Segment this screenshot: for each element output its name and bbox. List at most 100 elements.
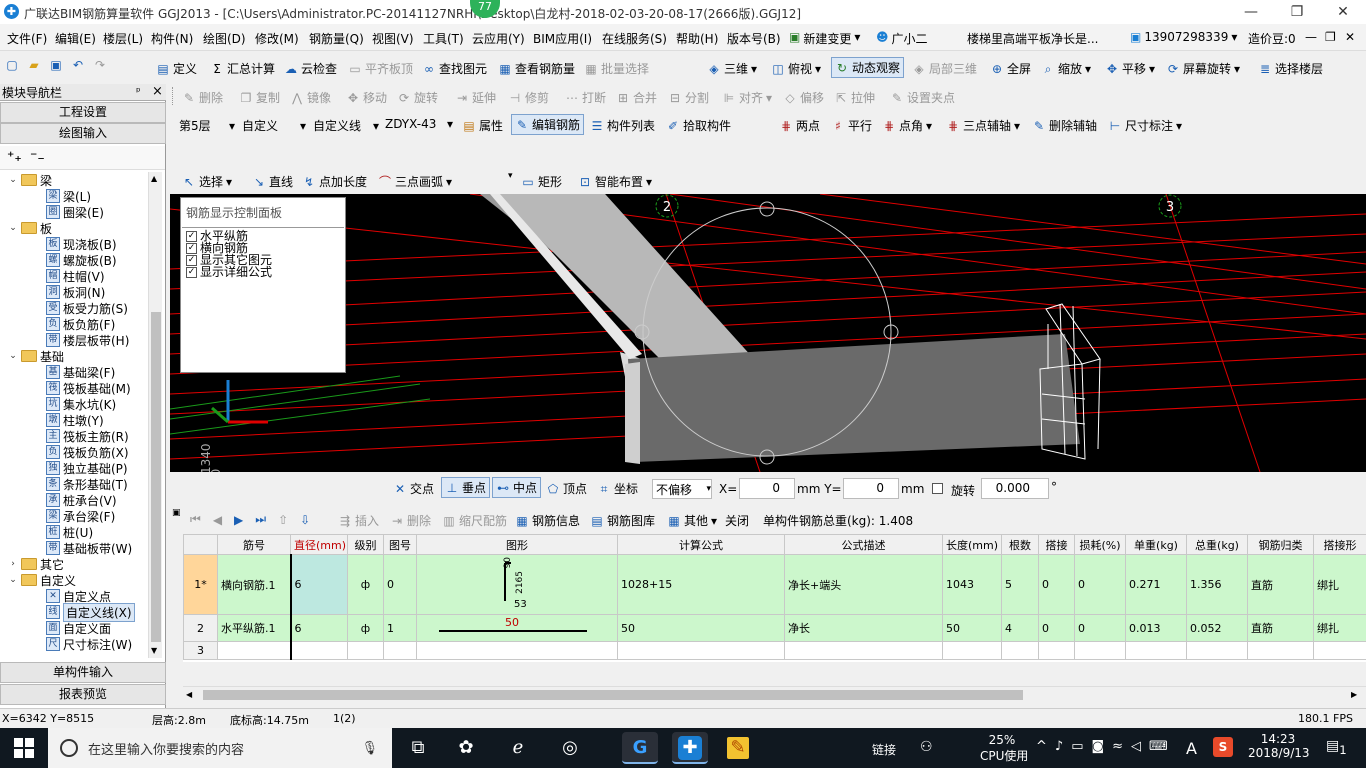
windows-start-icon[interactable] [14,738,34,758]
cell-lap-type[interactable]: 绑扎 [1313,614,1366,642]
summary-calc-button[interactable]: Σ 汇总计算 [210,60,275,77]
extend-button[interactable]: ⇥ 延伸 [455,89,496,106]
trim-button[interactable]: ⊣ 修剪 [508,89,549,106]
move-button[interactable]: ✥ 移动 [346,89,387,106]
taskbar-search[interactable]: 在这里输入你要搜索的内容 🎙 [48,728,392,768]
offset-button[interactable]: ◇ 偏移 [783,89,824,106]
collapse-icon[interactable]: ⌄ [8,223,18,233]
next-record-icon[interactable]: ▶ [234,513,243,527]
chevron-up-icon[interactable]: ^ [1036,739,1055,754]
collapse-icon[interactable]: ⌄ [8,175,18,185]
tree-item[interactable]: 筏筏板基础(M) [46,380,131,396]
cell-shape[interactable]: 90 2165 53 [416,554,618,615]
checkbox-checked-icon[interactable]: ✓ [186,254,197,266]
cell-diameter[interactable] [290,641,348,660]
new-file-icon[interactable]: ▢ [5,58,19,72]
menu-floor[interactable]: 楼层(L) [103,30,143,47]
col-header-total-weight[interactable]: 总重(kg) [1186,534,1248,555]
category-select[interactable]: 自定义 ▾ [242,117,306,134]
cell-diameter[interactable]: 6 [290,554,348,615]
col-header-shape[interactable]: 图形 [416,534,618,555]
cell-lap-type[interactable]: 绑扎 [1313,554,1366,615]
battery-icon[interactable]: ▭ [1071,739,1091,754]
menu-file[interactable]: 文件(F) [7,30,47,47]
save-icon[interactable]: ▣ [49,58,63,72]
dynamic-orbit-button[interactable]: ↻ 动态观察 [831,57,905,78]
tree-item[interactable]: 负筏板负筋(X) [46,444,129,460]
snap-coordinate-button[interactable]: ⌗ 坐标 [597,480,638,497]
snap-midpoint-button[interactable]: ⊷ 中点 [492,477,542,498]
cell-loss[interactable]: 0 [1074,554,1126,615]
tree-item[interactable]: 条条形基础(T) [46,476,128,492]
delete-axis-button[interactable]: ✎ 删除辅轴 [1032,117,1097,134]
find-element-button[interactable]: ∞ 查找图元 [422,60,487,77]
col-header-length[interactable]: 长度(mm) [942,534,1002,555]
cell-total-weight[interactable] [1186,641,1248,660]
fullscreen-button[interactable]: ⊕ 全屏 [990,60,1031,77]
cell-formula[interactable]: 50 [617,614,785,642]
first-record-icon[interactable]: ⏮ [190,512,201,527]
col-header-diameter[interactable]: 直径(mm) [290,534,348,555]
align-slab-top-button[interactable]: ▭ 平齐板顶 [348,60,413,77]
row-number[interactable]: 2 [183,614,218,642]
table-hscrollbar[interactable]: ◀ ▶ [183,686,1366,703]
cell-formula[interactable] [617,641,785,660]
tree-group[interactable]: ⌄ 梁 [8,172,52,188]
draw-input-button[interactable]: 绘图输入 [0,123,166,144]
row-number[interactable]: 3 [183,641,218,660]
cell-fig-no[interactable]: 1 [383,614,417,642]
tree-item[interactable]: 带基础板带(W) [46,540,132,556]
floor-select[interactable]: 第5层 ▾ [179,117,235,134]
cell-desc[interactable]: 净长+端头 [784,554,943,615]
three-point-arc-button[interactable]: ⌒ 三点画弧 ▾ [378,173,452,190]
tree-item[interactable]: 圈圈梁(E) [46,204,104,220]
cell-loss[interactable]: 0 [1074,614,1126,642]
cell-desc[interactable] [784,641,943,660]
menu-view[interactable]: 视图(V) [372,30,414,47]
component-list-button[interactable]: ☰ 构件列表 [590,117,655,134]
undo-icon[interactable]: ↶ [71,58,85,72]
pin-icon[interactable]: ᵖ [136,85,141,98]
orbit-handle-top[interactable] [759,201,775,217]
define-button[interactable]: ▤ 定义 [156,60,197,77]
tree-item[interactable]: 坑集水坑(K) [46,396,116,412]
delete-button[interactable]: ✎ 删除 [182,89,223,106]
cell-lap-type[interactable] [1313,641,1366,660]
cell-lap[interactable]: 0 [1038,614,1075,642]
ime-indicator[interactable]: A [1186,739,1197,758]
component-select[interactable]: ZDYX-43 ▾ [385,117,453,131]
cell-bar-name[interactable]: 水平纵筋.1 [217,614,292,642]
tree-item[interactable]: 基基础梁(F) [46,364,115,380]
col-header-fig-no[interactable]: 图号 [383,534,417,555]
splitter[interactable] [170,505,183,708]
line-tool-button[interactable]: ↘ 直线 [252,173,293,190]
two-point-axis-button[interactable]: ⋕ 两点 [779,117,820,134]
cell-formula[interactable]: 1028+15 [617,554,785,615]
nav-close-icon[interactable]: × [152,84,163,99]
col-header-desc[interactable]: 公式描述 [784,534,943,555]
menu-online[interactable]: 在线服务(S) [602,30,667,47]
action-center-icon[interactable]: ▤1 [1326,738,1347,757]
zoom-button[interactable]: ⌕ 缩放 ▾ [1041,60,1091,77]
tree-item[interactable]: 板现浇板(B) [46,236,117,252]
minimize-icon[interactable]: — [1305,30,1323,44]
collapse-icon[interactable]: ⌄ [8,575,18,585]
rebar-library-button[interactable]: ▤ 钢筋图库 [590,512,655,529]
cell-total-weight[interactable]: 0.052 [1186,614,1248,642]
tree-item[interactable]: 主筏板主筋(R) [46,428,129,444]
checkbox-checked-icon[interactable]: ✓ [186,230,197,242]
menu-draw[interactable]: 绘图(D) [203,30,246,47]
col-header-lap-type[interactable]: 搭接形 [1313,534,1366,555]
view-rebar-qty-button[interactable]: ▦ 查看钢筋量 [498,60,575,77]
close-icon[interactable]: ✕ [1345,30,1363,44]
menu-component[interactable]: 构件(N) [151,30,193,47]
notes-app-icon[interactable]: ✎ [720,732,756,764]
cell-bar-name[interactable] [217,641,292,660]
new-change-button[interactable]: ▣ 新建变更 ▾ [789,30,860,47]
tree-item[interactable]: 独独立基础(P) [46,460,128,476]
menu-help[interactable]: 帮助(H) [676,30,718,47]
tree-item[interactable]: 尺尺寸标注(W) [46,636,132,652]
local-3d-button[interactable]: ◈ 局部三维 [912,60,977,77]
rotate-checkbox[interactable] [932,483,943,494]
move-up-icon[interactable]: ⇧ [278,513,288,527]
